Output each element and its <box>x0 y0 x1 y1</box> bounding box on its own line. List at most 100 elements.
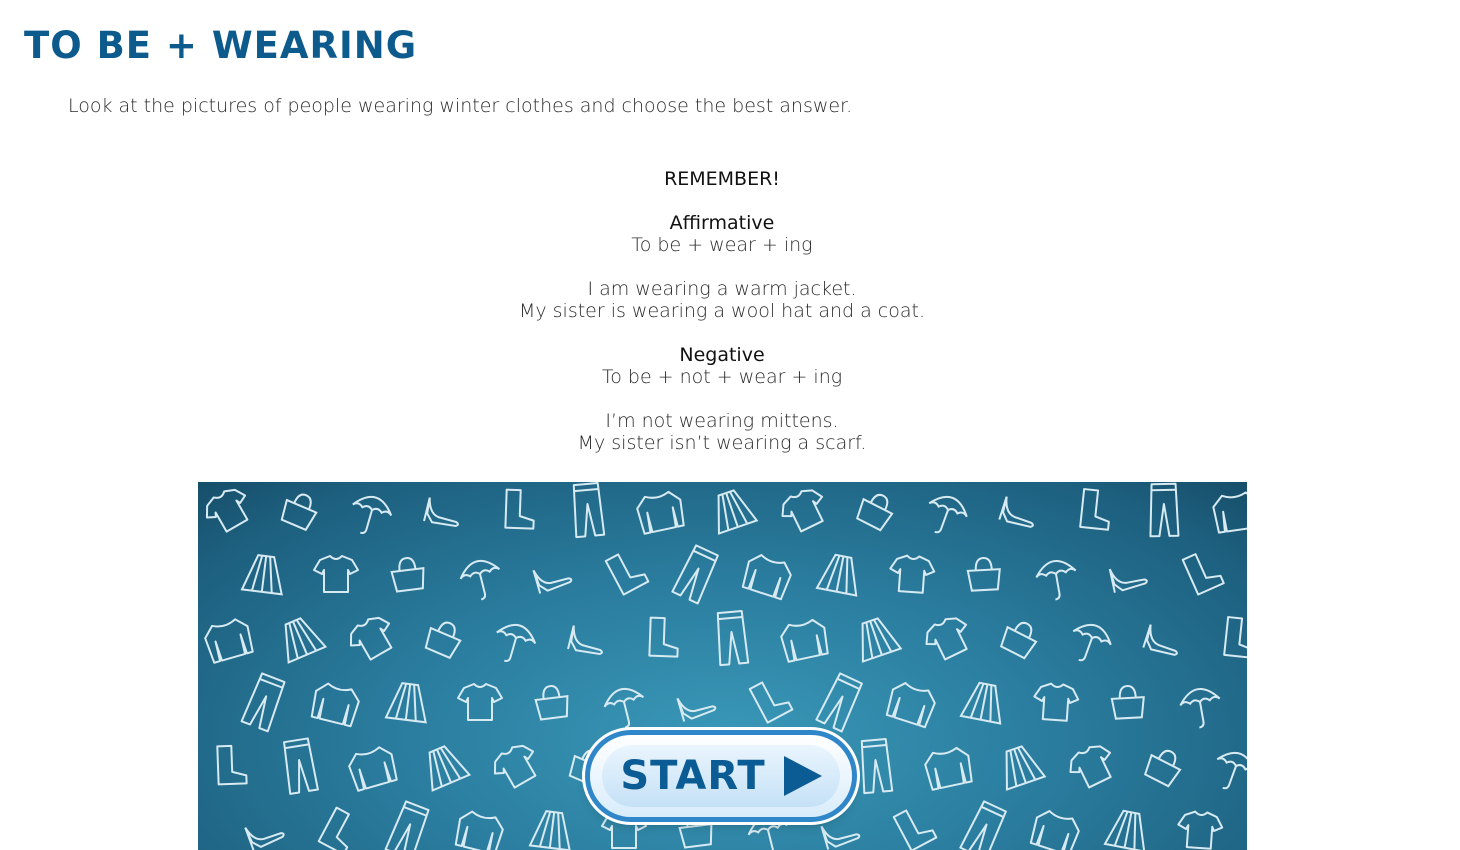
bag-icon <box>1110 684 1146 720</box>
umbrella-icon <box>1207 745 1247 798</box>
affirmative-example: My sister is wearing a wool hat and a co… <box>518 300 926 322</box>
skirt-icon <box>815 551 865 597</box>
skirt-icon <box>240 552 288 596</box>
start-button[interactable]: START <box>590 735 852 817</box>
shirt-icon <box>887 553 937 595</box>
skirt-icon <box>959 679 1009 725</box>
page-title: TO BE + WEARING <box>24 24 418 67</box>
sweater-icon <box>345 743 400 793</box>
bag-icon <box>1141 743 1187 789</box>
shirt-icon <box>313 555 359 593</box>
shirt-icon <box>1175 809 1225 850</box>
negative-heading: Negative <box>679 344 765 366</box>
skirt-icon <box>994 741 1046 791</box>
negative-example: I’m not wearing mittens. <box>605 410 839 432</box>
negative-example: My sister isn’t wearing a scarf. <box>577 432 867 454</box>
boot-icon <box>1079 488 1113 531</box>
jeans-icon <box>570 482 606 539</box>
skirt-icon <box>528 808 576 850</box>
sweater-icon <box>1027 806 1083 850</box>
sweater-icon <box>1210 490 1247 534</box>
bag-icon <box>997 615 1043 661</box>
boot-icon <box>648 616 680 658</box>
sweater-icon <box>883 678 939 729</box>
skirt-icon <box>850 613 902 663</box>
play-icon <box>783 756 822 796</box>
boot-icon <box>216 744 248 786</box>
boot-icon <box>748 674 794 724</box>
heel-icon <box>567 624 607 656</box>
heel-icon <box>530 557 573 595</box>
jeans-icon <box>240 671 288 733</box>
sweater-icon <box>739 550 795 601</box>
sweater-icon <box>452 808 507 850</box>
jeans-icon <box>714 609 750 667</box>
shirt-icon <box>198 482 258 538</box>
skirt-icon <box>1103 807 1153 850</box>
boot-icon <box>504 488 536 530</box>
sweater-icon <box>308 680 363 728</box>
jeans-icon <box>384 799 432 850</box>
skirt-icon <box>273 612 327 664</box>
boot-icon <box>892 802 938 850</box>
jeans-icon <box>959 799 1009 850</box>
affirmative-example: I am wearing a warm jacket. <box>587 278 857 300</box>
activity-banner: START <box>198 482 1247 850</box>
jeans-icon <box>281 737 319 795</box>
umbrella-icon <box>344 490 396 541</box>
shirt-icon <box>457 683 503 721</box>
bag-icon <box>533 683 571 721</box>
shirt-icon <box>1031 681 1081 723</box>
remember-box: REMEMBER! Affirmative To be + wear + ing… <box>0 168 1444 454</box>
heel-icon <box>1142 623 1183 657</box>
umbrella-icon <box>919 489 973 542</box>
jeans-icon <box>671 543 721 605</box>
heel-icon <box>818 813 861 850</box>
shirt-icon <box>1063 739 1121 793</box>
instructions-text: Look at the pictures of people wearing w… <box>68 95 853 117</box>
umbrella-icon <box>744 811 795 850</box>
bag-icon <box>278 488 322 532</box>
jeans-icon <box>815 671 865 733</box>
heel-icon <box>1106 558 1149 594</box>
boot-icon <box>1223 616 1247 659</box>
shirt-icon <box>486 738 546 794</box>
boot-icon <box>317 806 363 850</box>
umbrella-icon <box>456 555 507 605</box>
heel-icon <box>423 496 463 528</box>
boot-icon <box>604 546 650 596</box>
skirt-icon <box>417 740 471 792</box>
umbrella-icon <box>600 683 651 733</box>
sweater-icon <box>201 615 256 665</box>
heel-icon <box>674 685 717 723</box>
bag-icon <box>677 811 715 849</box>
skirt-icon <box>384 680 432 724</box>
heel-icon <box>242 813 286 850</box>
bag-icon <box>389 555 427 593</box>
bag-icon <box>853 487 899 533</box>
umbrella-icon <box>1063 617 1117 670</box>
jeans-icon <box>1148 482 1180 538</box>
skirt-icon <box>706 485 758 535</box>
page: TO BE + WEARING Look at the pictures of … <box>0 0 1460 850</box>
shirt-icon <box>919 611 977 665</box>
umbrella-icon <box>488 618 540 669</box>
umbrella-icon <box>1033 556 1082 604</box>
shirt-icon <box>342 610 402 666</box>
shirt-icon <box>601 811 647 849</box>
jeans-icon <box>858 737 894 795</box>
boot-icon <box>1181 547 1225 596</box>
umbrella-icon <box>1177 684 1226 732</box>
start-button-label: START <box>620 753 766 799</box>
sweater-icon <box>778 616 831 664</box>
affirmative-heading: Affirmative <box>669 212 775 234</box>
heel-icon <box>998 495 1039 529</box>
shirt-icon <box>775 483 833 537</box>
bag-icon <box>966 556 1002 592</box>
negative-rule: To be + not + wear + ing <box>601 366 843 388</box>
bag-icon <box>422 616 466 660</box>
sweater-icon <box>922 744 975 792</box>
remember-heading: REMEMBER! <box>664 168 780 190</box>
affirmative-rule: To be + wear + ing <box>631 234 813 256</box>
sweater-icon <box>634 488 687 536</box>
